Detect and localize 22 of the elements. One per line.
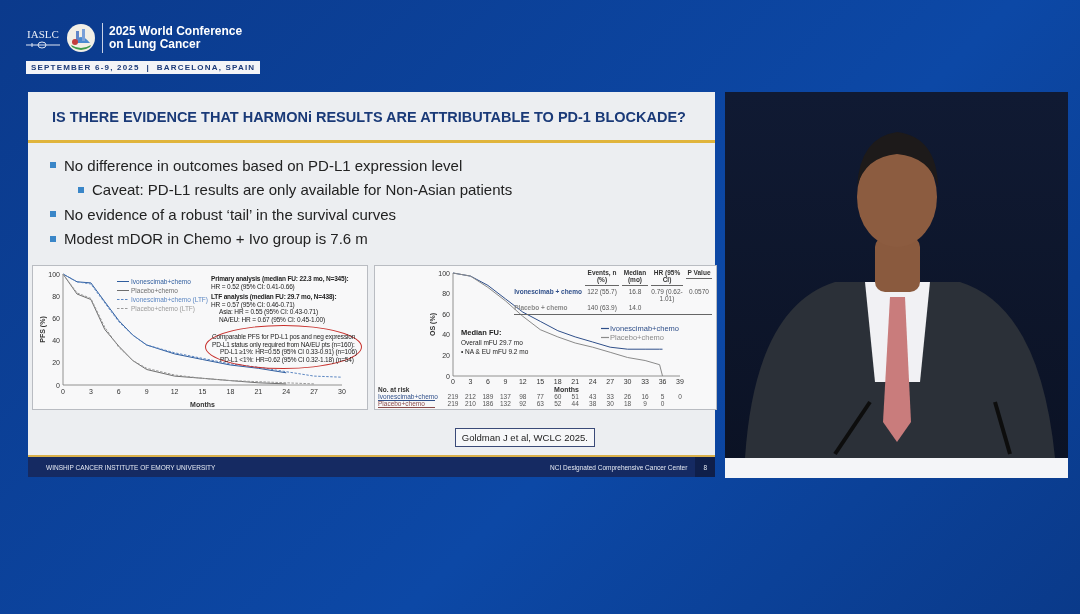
bullet-icon: [78, 186, 84, 193]
conference-title: 2025 World Conference: [109, 25, 243, 38]
bullet-text: No evidence of a robust ‘tail’ in the survival curves: [64, 205, 397, 223]
staff-icon: [26, 40, 60, 49]
legend-line-icon: [117, 289, 129, 292]
citation-box: Goldman J et al, WCLC 2025.: [454, 428, 595, 447]
slide-title: IS THERE EVIDENCE THAT HARMONi RESULTS ARE ATTRIBUTABLE TO PD-1 BLOCKADE?: [52, 108, 686, 126]
legend-line-icon: [601, 327, 609, 330]
date-location-banner: SEPTEMBER 6-9, 2025 | BARCELONA, SPAIN: [26, 61, 261, 74]
bullet-text: No difference in outcomes based on PD-L1 expression level: [64, 156, 463, 174]
bullet-text: Caveat: PD-L1 results are only available for Non-Asian patients: [92, 181, 513, 199]
bullet-icon: [50, 162, 56, 169]
legend-line-icon: [117, 307, 129, 310]
org-name: IASLC: [27, 27, 59, 40]
legend-line-icon: [601, 336, 609, 339]
legend-line-icon: [117, 280, 129, 283]
conference-emblem-icon: [66, 23, 96, 53]
bullet-icon: [50, 211, 56, 218]
bullet-icon: [50, 235, 56, 242]
conference-title: on Lung Cancer: [109, 38, 202, 51]
legend-line-icon: [117, 298, 129, 301]
bullet-text: Modest mDOR in Chemo + Ivo group is 7.6 m: [64, 230, 368, 248]
